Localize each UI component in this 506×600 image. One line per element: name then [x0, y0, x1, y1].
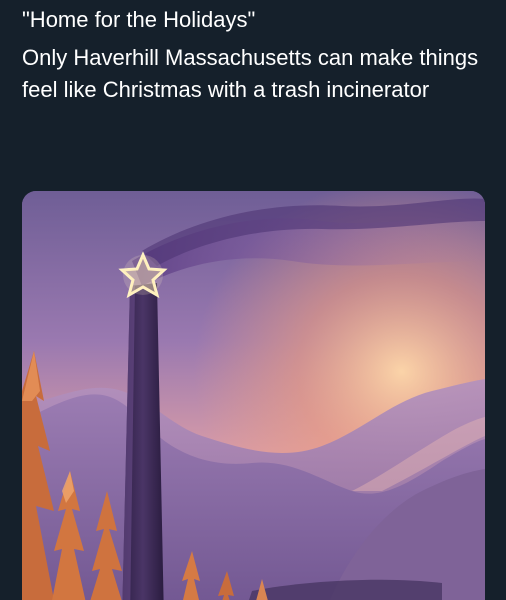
post-title: "Home for the Holidays": [22, 7, 256, 32]
attached-painting-image[interactable]: [22, 191, 485, 600]
painting-illustration: [22, 191, 485, 600]
tweet-text-block: "Home for the Holidays" Only Haverhill M…: [22, 4, 492, 106]
post-body: Only Haverhill Massachusetts can make th…: [22, 45, 479, 102]
